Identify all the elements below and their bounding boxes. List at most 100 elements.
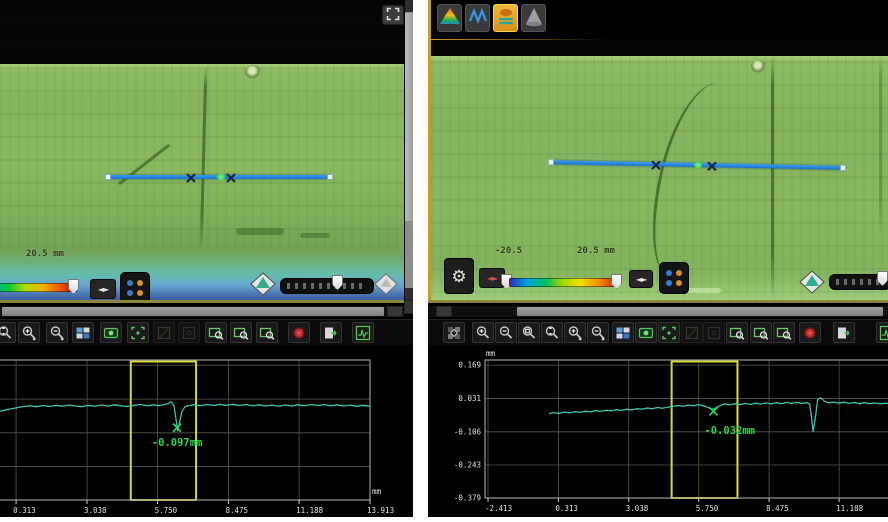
- scale-expand-button[interactable]: ◄►: [90, 279, 116, 299]
- profile-view-icon: [879, 325, 888, 341]
- measure-a-icon: [156, 325, 172, 341]
- export-button[interactable]: [320, 322, 342, 343]
- zoom-in-button[interactable]: [472, 322, 494, 343]
- region-zoom-1-button[interactable]: [205, 322, 227, 343]
- x-tick-label: 11.188: [836, 504, 864, 513]
- color-scale-slider[interactable]: [0, 283, 78, 292]
- profile-position-marker[interactable]: [374, 272, 398, 300]
- zoom-fit-button[interactable]: [518, 322, 540, 343]
- right-image-viewer[interactable]: ⚙ ◄► -20.5 20.5 mm ◄►: [431, 40, 888, 300]
- measure-endpoint[interactable]: [840, 165, 846, 171]
- zoom-pan-button[interactable]: [541, 322, 563, 343]
- scrollbar-thumb[interactable]: [517, 307, 883, 316]
- slider-ticks: [287, 283, 367, 289]
- region-zoom-1-icon: [208, 325, 224, 341]
- highlight-region[interactable]: [131, 362, 196, 501]
- scrollbar-down-button[interactable]: [405, 288, 413, 300]
- measure-handle-icon[interactable]: [225, 171, 237, 183]
- snapshot-button[interactable]: [635, 322, 657, 343]
- cone-view-button[interactable]: [521, 4, 546, 32]
- capture-box-button[interactable]: [127, 322, 149, 343]
- arrows-icon: ◄►: [98, 285, 108, 294]
- profile-position-marker[interactable]: [799, 270, 825, 299]
- zoom-in-small-button[interactable]: [564, 322, 586, 343]
- scrollbar-end-button[interactable]: [387, 306, 403, 317]
- x-tick-label: 5.750: [696, 504, 719, 513]
- zoom-out-small-button[interactable]: [46, 322, 68, 343]
- display-options-button[interactable]: [120, 272, 150, 300]
- color-scale-slider[interactable]: [509, 278, 617, 287]
- measure-handle-icon[interactable]: [650, 158, 662, 170]
- region-zoom-3-button[interactable]: [773, 322, 795, 343]
- horizontal-scrollbar[interactable]: [0, 306, 404, 317]
- settings-button[interactable]: ⚙: [444, 258, 474, 294]
- zoom-out-small-button[interactable]: [587, 322, 609, 343]
- measure-handle-icon[interactable]: [706, 159, 718, 171]
- pan-tool-button[interactable]: [443, 322, 465, 343]
- view-mode-bar: [428, 0, 888, 40]
- measure-endpoint[interactable]: [548, 159, 554, 165]
- tile-view-icon: [75, 325, 91, 341]
- vertical-scrollbar[interactable]: [405, 0, 413, 300]
- measure-b-button[interactable]: [703, 322, 725, 343]
- right-profile-chart: -2.4130.3133.0385.7508.47511.1880.1690.0…: [428, 345, 888, 517]
- record-button[interactable]: [288, 322, 310, 343]
- section-position-slider[interactable]: [280, 278, 374, 294]
- viewer-border: [428, 300, 888, 303]
- record-button[interactable]: [799, 322, 821, 343]
- blue-dot-icon: [666, 270, 672, 276]
- left-image-viewer[interactable]: 20.5 mm ◄►: [0, 0, 404, 300]
- zoom-fit-icon: [521, 325, 537, 341]
- tile-view-icon: [615, 325, 631, 341]
- profile-position-marker[interactable]: [250, 272, 276, 300]
- export-button[interactable]: [833, 322, 855, 343]
- y-tick-label: -0.243: [454, 461, 481, 470]
- measure-line[interactable]: [107, 175, 331, 179]
- zoom-out-button[interactable]: [495, 322, 517, 343]
- region-zoom-3-button[interactable]: [256, 322, 278, 343]
- orange-dot-icon: [137, 280, 143, 286]
- axis-unit-label: mm: [372, 487, 382, 496]
- fullscreen-button[interactable]: [382, 5, 404, 25]
- scrollbar-thumb[interactable]: [405, 13, 413, 221]
- arrows-icon: ◄►: [636, 275, 646, 284]
- height-map-view-icon: [439, 5, 461, 32]
- scrollbar-up-button[interactable]: [405, 0, 413, 12]
- height-map-view-button[interactable]: [437, 4, 462, 32]
- measure-handle-icon[interactable]: [185, 171, 197, 183]
- tile-view-button[interactable]: [612, 322, 634, 343]
- zoom-in-small-icon: [567, 325, 583, 341]
- x-tick-label: 0.313: [13, 506, 36, 515]
- profile-view-button[interactable]: [352, 322, 374, 343]
- measure-center-point[interactable]: [217, 173, 225, 181]
- zoom-in-small-button[interactable]: [18, 322, 40, 343]
- profile-view-button[interactable]: [876, 322, 888, 343]
- right-panel: ⚙ ◄► -20.5 20.5 mm ◄► -2.413: [428, 0, 888, 517]
- measure-a-button[interactable]: [681, 322, 703, 343]
- y-tick-label: 0.169: [458, 361, 481, 370]
- region-zoom-2-button[interactable]: [230, 322, 252, 343]
- right-toolbar: [428, 319, 888, 346]
- capture-box-button[interactable]: [658, 322, 680, 343]
- region-zoom-2-button[interactable]: [750, 322, 772, 343]
- scrollbar-end-button[interactable]: [436, 306, 452, 317]
- measure-b-button[interactable]: [178, 322, 200, 343]
- layer-view-button[interactable]: [493, 4, 518, 32]
- measure-a-button[interactable]: [153, 322, 175, 343]
- layer-view-icon: [495, 5, 517, 32]
- zoom-in-small-icon: [21, 325, 37, 341]
- record-icon: [802, 325, 818, 341]
- scale-expand-button[interactable]: ◄►: [629, 270, 653, 288]
- zoom-pan-button[interactable]: [0, 322, 16, 343]
- measure-endpoint[interactable]: [105, 174, 111, 180]
- region-zoom-1-button[interactable]: [726, 322, 748, 343]
- export-icon: [836, 325, 852, 341]
- scrollbar-thumb[interactable]: [2, 307, 384, 316]
- display-options-button[interactable]: [659, 262, 689, 294]
- snapshot-button[interactable]: [100, 322, 122, 343]
- profile-wave-view-button[interactable]: [465, 4, 490, 32]
- measurement-value-label: -0.032mm: [704, 425, 755, 437]
- measure-endpoint[interactable]: [327, 174, 333, 180]
- tile-view-button[interactable]: [72, 322, 94, 343]
- horizontal-scrollbar[interactable]: [428, 306, 888, 317]
